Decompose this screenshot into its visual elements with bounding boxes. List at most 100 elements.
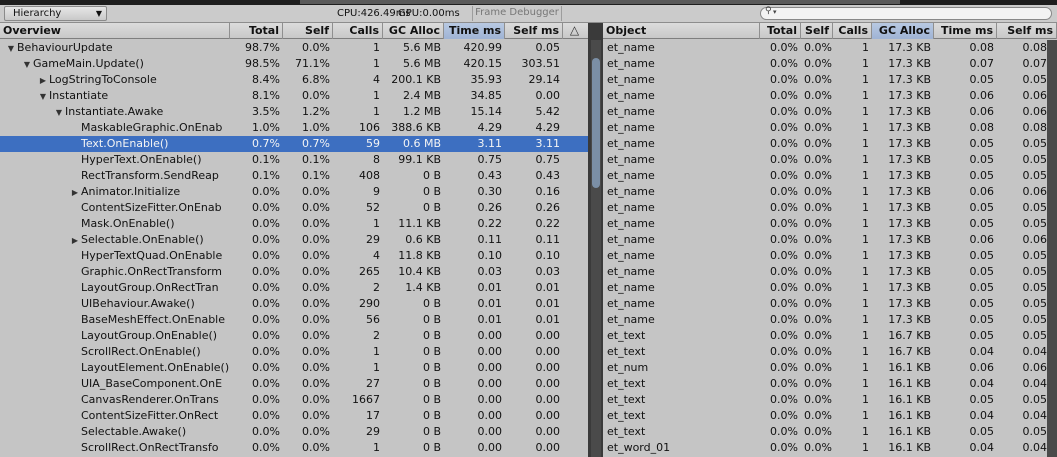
column-time-ms[interactable]: Time ms [444,23,505,39]
hierarchy-row[interactable]: BaseMeshEffect.OnEnable 0.0% 0.0% 56 0 B 0.01… [0,312,588,328]
warning-triangle-icon[interactable]: △ [565,24,584,38]
view-mode-label: Hierarchy [13,8,62,19]
object-row[interactable]: et_text 0.0% 0.0% 1 16.7 KB 0.05 0.05 [603,328,1057,344]
triangle-right-icon[interactable]: ▶ [37,73,49,88]
hierarchy-row[interactable]: UIA_BaseComponent.OnE 0.0% 0.0% 27 0 B 0.00 0.… [0,376,588,392]
object-row[interactable]: et_text 0.0% 0.0% 1 16.1 KB 0.05 0.05 [603,392,1057,408]
hierarchy-row[interactable]: ▶ Animator.Initialize 0.0% 0.0% 9 0 B 0.30 0.16 [0,184,588,200]
column-object-calls[interactable]: Calls [833,23,872,39]
cell-object-time-ms: 0.08 [969,41,995,54]
cell-self-ms: 0.00 [535,361,561,374]
object-row[interactable]: et_name 0.0% 0.0% 1 17.3 KB 0.05 0.05 [603,168,1057,184]
object-row[interactable]: et_name 0.0% 0.0% 1 17.3 KB 0.06 0.06 [603,184,1057,200]
triangle-down-icon[interactable]: ▼ [37,89,49,104]
object-scrollbar[interactable] [1047,40,1057,457]
hierarchy-row[interactable]: HyperTextQuad.OnEnable 0.0% 0.0% 4 11.8 KB 0.… [0,248,588,264]
column-calls[interactable]: Calls [333,23,383,39]
object-row[interactable]: et_name 0.0% 0.0% 1 17.3 KB 0.05 0.05 [603,200,1057,216]
object-row[interactable]: et_name 0.0% 0.0% 1 17.3 KB 0.05 0.05 [603,136,1057,152]
object-row[interactable]: et_name 0.0% 0.0% 1 17.3 KB 0.08 0.08 [603,120,1057,136]
cell-total: 0.1% [252,153,280,166]
object-rows: et_name 0.0% 0.0% 1 17.3 KB 0.08 0.08 et_name 0.… [603,40,1057,456]
hierarchy-scrollbar-thumb[interactable] [592,58,600,188]
cell-total: 0.1% [252,169,280,182]
hierarchy-row[interactable]: ▼ Instantiate.Awake 3.5% 1.2% 1 1.2 MB 15.14 5.… [0,104,588,120]
hierarchy-row[interactable]: LayoutElement.OnEnable() 0.0% 0.0% 1 0 B 0.00… [0,360,588,376]
object-row[interactable]: et_name 0.0% 0.0% 1 17.3 KB 0.06 0.06 [603,232,1057,248]
object-row[interactable]: et_name 0.0% 0.0% 1 17.3 KB 0.06 0.06 [603,88,1057,104]
object-row[interactable]: et_name 0.0% 0.0% 1 17.3 KB 0.05 0.05 [603,216,1057,232]
hierarchy-row[interactable]: Mask.OnEnable() 0.0% 0.0% 1 11.1 KB 0.22 0.22 [0,216,588,232]
triangle-right-icon[interactable]: ▶ [69,185,81,200]
cell-total: 0.0% [252,265,280,278]
cell-object-self: 0.0% [804,329,832,342]
triangle-down-icon[interactable]: ▼ [5,41,17,56]
column-overview[interactable]: Overview [0,23,230,39]
object-row[interactable]: et_name 0.0% 0.0% 1 17.3 KB 0.05 0.05 [603,296,1057,312]
column-object-time-ms[interactable]: Time ms [934,23,997,39]
column-object-total[interactable]: Total [760,23,801,39]
object-row[interactable]: et_word_01 0.0% 0.0% 1 16.1 KB 0.04 0.04 [603,440,1057,456]
object-row[interactable]: et_text 0.0% 0.0% 1 16.1 KB 0.05 0.05 [603,424,1057,440]
hierarchy-row[interactable]: Text.OnEnable() 0.7% 0.7% 59 0.6 MB 3.11 3.11 [0,136,588,152]
cell-self: 0.0% [302,41,330,54]
cell-function-name: MaskableGraphic.OnEnab [0,120,230,136]
triangle-right-icon[interactable]: ▶ [69,233,81,248]
cell-gc-alloc: 11.8 KB [398,249,441,262]
column-object-self[interactable]: Self [801,23,833,39]
object-row[interactable]: et_name 0.0% 0.0% 1 17.3 KB 0.06 0.06 [603,104,1057,120]
object-row[interactable]: et_name 0.0% 0.0% 1 17.3 KB 0.05 0.05 [603,280,1057,296]
frame-debugger-button[interactable]: Frame Debugger [472,6,562,21]
triangle-down-icon[interactable]: ▼ [53,105,65,120]
hierarchy-row[interactable]: LayoutGroup.OnEnable() 0.0% 0.0% 2 0 B 0.00 0.… [0,328,588,344]
column-gc-alloc[interactable]: GC Alloc [383,23,444,39]
object-row[interactable]: et_name 0.0% 0.0% 1 17.3 KB 0.05 0.05 [603,248,1057,264]
hierarchy-row[interactable]: RectTransform.SendReap 0.1% 0.1% 408 0 B 0.43… [0,168,588,184]
column-self[interactable]: Self [283,23,333,39]
object-row[interactable]: et_name 0.0% 0.0% 1 17.3 KB 0.05 0.05 [603,72,1057,88]
object-row[interactable]: et_name 0.0% 0.0% 1 17.3 KB 0.07 0.07 [603,56,1057,72]
hierarchy-row[interactable]: Graphic.OnRectTransform 0.0% 0.0% 265 10.4 K… [0,264,588,280]
hierarchy-row[interactable]: ScrollRect.OnRectTransfo 0.0% 0.0% 1 0 B 0.00… [0,440,588,456]
hierarchy-row[interactable]: ContentSizeFitter.OnRect 0.0% 0.0% 17 0 B 0.0… [0,408,588,424]
cell-function-name: Graphic.OnRectTransform [0,264,230,280]
object-row[interactable]: et_text 0.0% 0.0% 1 16.7 KB 0.04 0.04 [603,344,1057,360]
object-row[interactable]: et_name 0.0% 0.0% 1 17.3 KB 0.08 0.08 [603,40,1057,56]
hierarchy-row[interactable]: MaskableGraphic.OnEnab 1.0% 1.0% 106 388.6 K… [0,120,588,136]
function-name-label: Mask.OnEnable() [81,217,175,230]
hierarchy-row[interactable]: ▼ GameMain.Update() 98.5% 71.1% 1 5.6 MB 420.1… [0,56,588,72]
hierarchy-row[interactable]: CanvasRenderer.OnTrans 0.0% 0.0% 1667 0 B 0.0… [0,392,588,408]
hierarchy-row[interactable]: ▼ Instantiate 8.1% 0.0% 1 2.4 MB 34.85 0.00 [0,88,588,104]
chevron-down-icon: ▼ [95,9,102,18]
triangle-down-icon[interactable]: ▼ [21,57,33,72]
column-object-self-ms[interactable]: Self ms [997,23,1057,39]
column-object[interactable]: Object [603,23,760,39]
hierarchy-row[interactable]: ScrollRect.OnEnable() 0.0% 0.0% 1 0 B 0.00 0.0… [0,344,588,360]
hierarchy-row[interactable]: HyperText.OnEnable() 0.1% 0.1% 8 99.1 KB 0.75… [0,152,588,168]
cell-object-gc-alloc: 17.3 KB [888,297,931,310]
hierarchy-row[interactable]: ▶ LogStringToConsole 8.4% 6.8% 4 200.1 KB 35.9… [0,72,588,88]
object-row[interactable]: et_name 0.0% 0.0% 1 17.3 KB 0.05 0.05 [603,264,1057,280]
search-input[interactable]: ⚲ ▾ [760,6,1052,20]
cell-object-total: 0.0% [770,249,798,262]
hierarchy-row[interactable]: Selectable.Awake() 0.0% 0.0% 29 0 B 0.00 0.00 [0,424,588,440]
column-object-gc-alloc[interactable]: GC Alloc [872,23,934,39]
hierarchy-row[interactable]: LayoutGroup.OnRectTran 0.0% 0.0% 2 1.4 KB 0.0… [0,280,588,296]
object-row[interactable]: et_name 0.0% 0.0% 1 17.3 KB 0.05 0.05 [603,312,1057,328]
column-total[interactable]: Total [230,23,283,39]
cell-self: 0.0% [302,361,330,374]
object-row[interactable]: et_name 0.0% 0.0% 1 17.3 KB 0.05 0.05 [603,152,1057,168]
view-mode-dropdown[interactable]: Hierarchy ▼ [4,6,107,21]
column-self-ms[interactable]: Self ms [505,23,563,39]
hierarchy-scrollbar[interactable] [591,40,601,457]
object-row[interactable]: et_num 0.0% 0.0% 1 16.1 KB 0.06 0.06 [603,360,1057,376]
cell-time-ms: 0.00 [477,409,503,422]
hierarchy-row[interactable]: ContentSizeFitter.OnEnab 0.0% 0.0% 52 0 B 0.2… [0,200,588,216]
hierarchy-row[interactable]: ▼ BehaviourUpdate 98.7% 0.0% 1 5.6 MB 420.99 0.… [0,40,588,56]
cell-time-ms: 3.11 [477,137,503,150]
hierarchy-row[interactable]: ▶ Selectable.OnEnable() 0.0% 0.0% 29 0.6 KB 0.… [0,232,588,248]
object-row[interactable]: et_text 0.0% 0.0% 1 16.1 KB 0.04 0.04 [603,408,1057,424]
object-row[interactable]: et_text 0.0% 0.0% 1 16.1 KB 0.04 0.04 [603,376,1057,392]
cell-object-total: 0.0% [770,121,798,134]
hierarchy-row[interactable]: UIBehaviour.Awake() 0.0% 0.0% 290 0 B 0.01 0.0… [0,296,588,312]
